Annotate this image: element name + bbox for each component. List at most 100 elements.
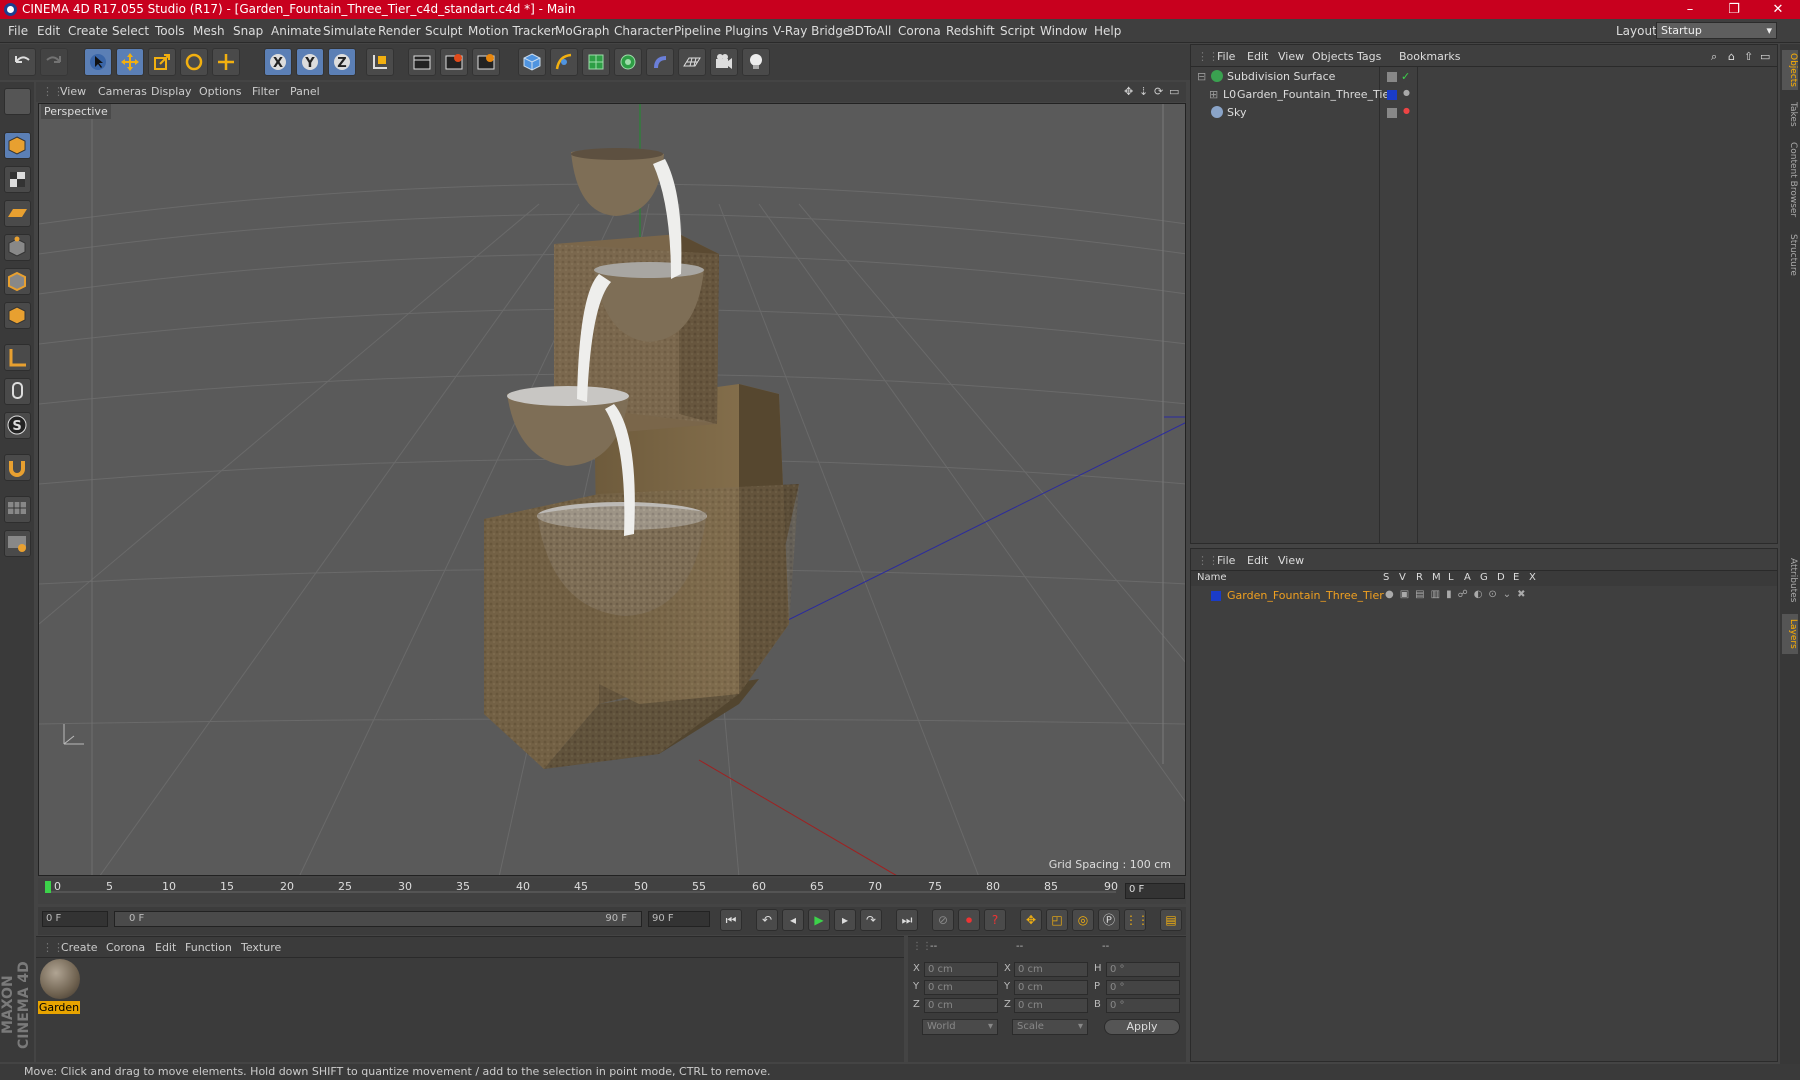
object-menu-bookmarks[interactable]: Bookmarks — [1399, 50, 1460, 63]
layer-menu-view[interactable]: View — [1278, 554, 1304, 567]
layer-swatch-icon[interactable] — [1387, 108, 1397, 118]
layer-toggle-icons[interactable]: ●▣▤▥▮☍◐⊙⌄✖ — [1385, 589, 1532, 600]
viewport-move-icon[interactable]: ✥ — [1124, 85, 1133, 98]
object-menu-edit[interactable]: Edit — [1247, 50, 1268, 63]
size-y-field[interactable]: 0 cm — [1014, 980, 1088, 995]
viewport-menu-view[interactable]: View — [60, 85, 86, 98]
menu-animate[interactable]: Animate — [271, 24, 321, 38]
menu-sculpt[interactable]: Sculpt — [425, 24, 462, 38]
maximize-button[interactable]: ❐ — [1712, 0, 1756, 19]
position-x-field[interactable]: 0 cm — [924, 962, 998, 977]
move-tool-button[interactable] — [116, 48, 144, 76]
object-row[interactable]: ⊞ L0 Garden_Fountain_Three_Tier ● — [1193, 87, 1767, 104]
visibility-dots-icon[interactable]: ● — [1403, 106, 1410, 115]
rotate-tool-button[interactable] — [180, 48, 208, 76]
key-parameter-button[interactable]: Ⓟ — [1098, 909, 1120, 931]
previous-frame-button[interactable]: ◂ — [782, 909, 804, 931]
rotation-h-field[interactable]: 0 ° — [1106, 962, 1180, 977]
layer-swatch-icon[interactable] — [1387, 72, 1397, 82]
menu-mesh[interactable]: Mesh — [193, 24, 225, 38]
tree-expand-icon[interactable]: ⊞ — [1209, 88, 1218, 101]
enabled-check-icon[interactable]: ✓ — [1401, 70, 1410, 83]
layer-col-name[interactable]: Name — [1197, 572, 1227, 583]
start-frame-field[interactable]: 0 F — [42, 911, 108, 927]
y-axis-lock-button[interactable]: Y — [296, 48, 324, 76]
layer-col-xref[interactable]: X — [1529, 572, 1536, 583]
object-name[interactable]: Garden_Fountain_Three_Tier — [1237, 88, 1394, 101]
layer-col-solo[interactable]: S — [1383, 572, 1389, 583]
coordinate-mode-dropdown[interactable]: World ▾ — [922, 1019, 998, 1035]
object-menu-view[interactable]: View — [1278, 50, 1304, 63]
go-to-start-button[interactable]: ⏮ — [720, 909, 742, 931]
redo-button[interactable] — [40, 48, 68, 76]
subdivision-surface-button[interactable] — [582, 48, 610, 76]
magnet-tool-button[interactable] — [4, 454, 31, 481]
viewport-maximize-icon[interactable]: ▭ — [1169, 85, 1179, 98]
render-view-button[interactable] — [408, 48, 436, 76]
viewport-camera-label[interactable]: Perspective — [41, 104, 111, 119]
layer-col-manager[interactable]: M — [1432, 572, 1441, 583]
key-point-level-button[interactable]: ⋮⋮ — [1124, 909, 1149, 931]
render-settings-button[interactable] — [472, 48, 500, 76]
menu-script[interactable]: Script — [1000, 24, 1035, 38]
menu-corona[interactable]: Corona — [898, 24, 941, 38]
search-icon[interactable]: ⌕ — [1711, 50, 1717, 64]
object-name[interactable]: Subdivision Surface — [1227, 70, 1335, 83]
viewport-zoom-icon[interactable]: ⇣ — [1139, 85, 1148, 98]
tab-takes[interactable]: Takes — [1782, 98, 1798, 130]
size-mode-dropdown[interactable]: Scale ▾ — [1012, 1019, 1088, 1035]
key-rotation-button[interactable]: ◎ — [1072, 909, 1094, 931]
menu-tools[interactable]: Tools — [155, 24, 185, 38]
layer-col-render[interactable]: R — [1416, 572, 1423, 583]
model-mode-button[interactable] — [4, 132, 31, 159]
transform-tool-button[interactable] — [212, 48, 240, 76]
light-object-button[interactable] — [742, 48, 770, 76]
material-menu-function[interactable]: Function — [185, 941, 232, 954]
spline-pen-button[interactable] — [550, 48, 578, 76]
floor-object-button[interactable] — [678, 48, 706, 76]
cloner-button[interactable] — [614, 48, 642, 76]
layer-menu-file[interactable]: File — [1217, 554, 1235, 567]
home-icon[interactable]: ⌂ — [1728, 50, 1735, 63]
keyframe-selection-button[interactable]: ? — [984, 909, 1006, 931]
points-mode-button[interactable] — [4, 234, 31, 261]
viewport-menu-cameras[interactable]: Cameras — [98, 85, 147, 98]
axis-mode-button[interactable] — [4, 344, 31, 371]
tab-content-browser[interactable]: Content Browser — [1782, 138, 1798, 222]
tab-objects[interactable]: Objects — [1782, 50, 1798, 90]
tree-collapse-icon[interactable]: ⊟ — [1197, 70, 1206, 83]
layer-col-deformers[interactable]: D — [1497, 572, 1505, 583]
menu-vray-bridge[interactable]: V-Ray Bridge — [773, 24, 850, 38]
layer-name[interactable]: Garden_Fountain_Three_Tier — [1227, 589, 1384, 602]
menu-pipeline[interactable]: Pipeline — [674, 24, 721, 38]
make-editable-button[interactable] — [4, 88, 31, 115]
play-button[interactable]: ▶ — [808, 909, 830, 931]
viewport-rotate-icon[interactable]: ⟳ — [1154, 85, 1163, 98]
record-keys-button[interactable]: ⊘ — [932, 909, 954, 931]
menu-character[interactable]: Character — [614, 24, 673, 38]
go-to-end-button[interactable]: ⏭ — [896, 909, 918, 931]
layer-col-generators[interactable]: G — [1480, 572, 1488, 583]
tweak-mode-button[interactable] — [4, 378, 31, 405]
new-window-icon[interactable]: ▭ — [1760, 50, 1770, 63]
cube-object-button[interactable] — [518, 48, 546, 76]
tab-layers[interactable]: Layers — [1782, 614, 1798, 654]
apply-button[interactable]: Apply — [1104, 1019, 1180, 1035]
deformer-button[interactable] — [646, 48, 674, 76]
frame-range-slider[interactable]: 0 F 90 F — [114, 911, 642, 927]
rotation-b-field[interactable]: 0 ° — [1106, 998, 1180, 1013]
menu-plugins[interactable]: Plugins — [725, 24, 768, 38]
close-button[interactable]: ✕ — [1756, 0, 1800, 19]
viewport-menu-options[interactable]: Options — [199, 85, 241, 98]
viewport-menu-display[interactable]: Display — [151, 85, 192, 98]
layer-col-animation[interactable]: A — [1464, 572, 1471, 583]
locked-workplane-button[interactable] — [4, 496, 31, 523]
layer-col-view[interactable]: V — [1399, 572, 1406, 583]
menu-window[interactable]: Window — [1040, 24, 1087, 38]
planar-workplane-button[interactable] — [4, 530, 31, 557]
viewport-menu-filter[interactable]: Filter — [252, 85, 279, 98]
visibility-dots-icon[interactable]: ● — [1403, 88, 1410, 97]
timeline-ruler[interactable]: 0 5 10 15 20 25 30 35 40 45 50 55 60 65 … — [38, 878, 1186, 904]
menu-mograph[interactable]: MoGraph — [555, 24, 610, 38]
position-z-field[interactable]: 0 cm — [924, 998, 998, 1013]
